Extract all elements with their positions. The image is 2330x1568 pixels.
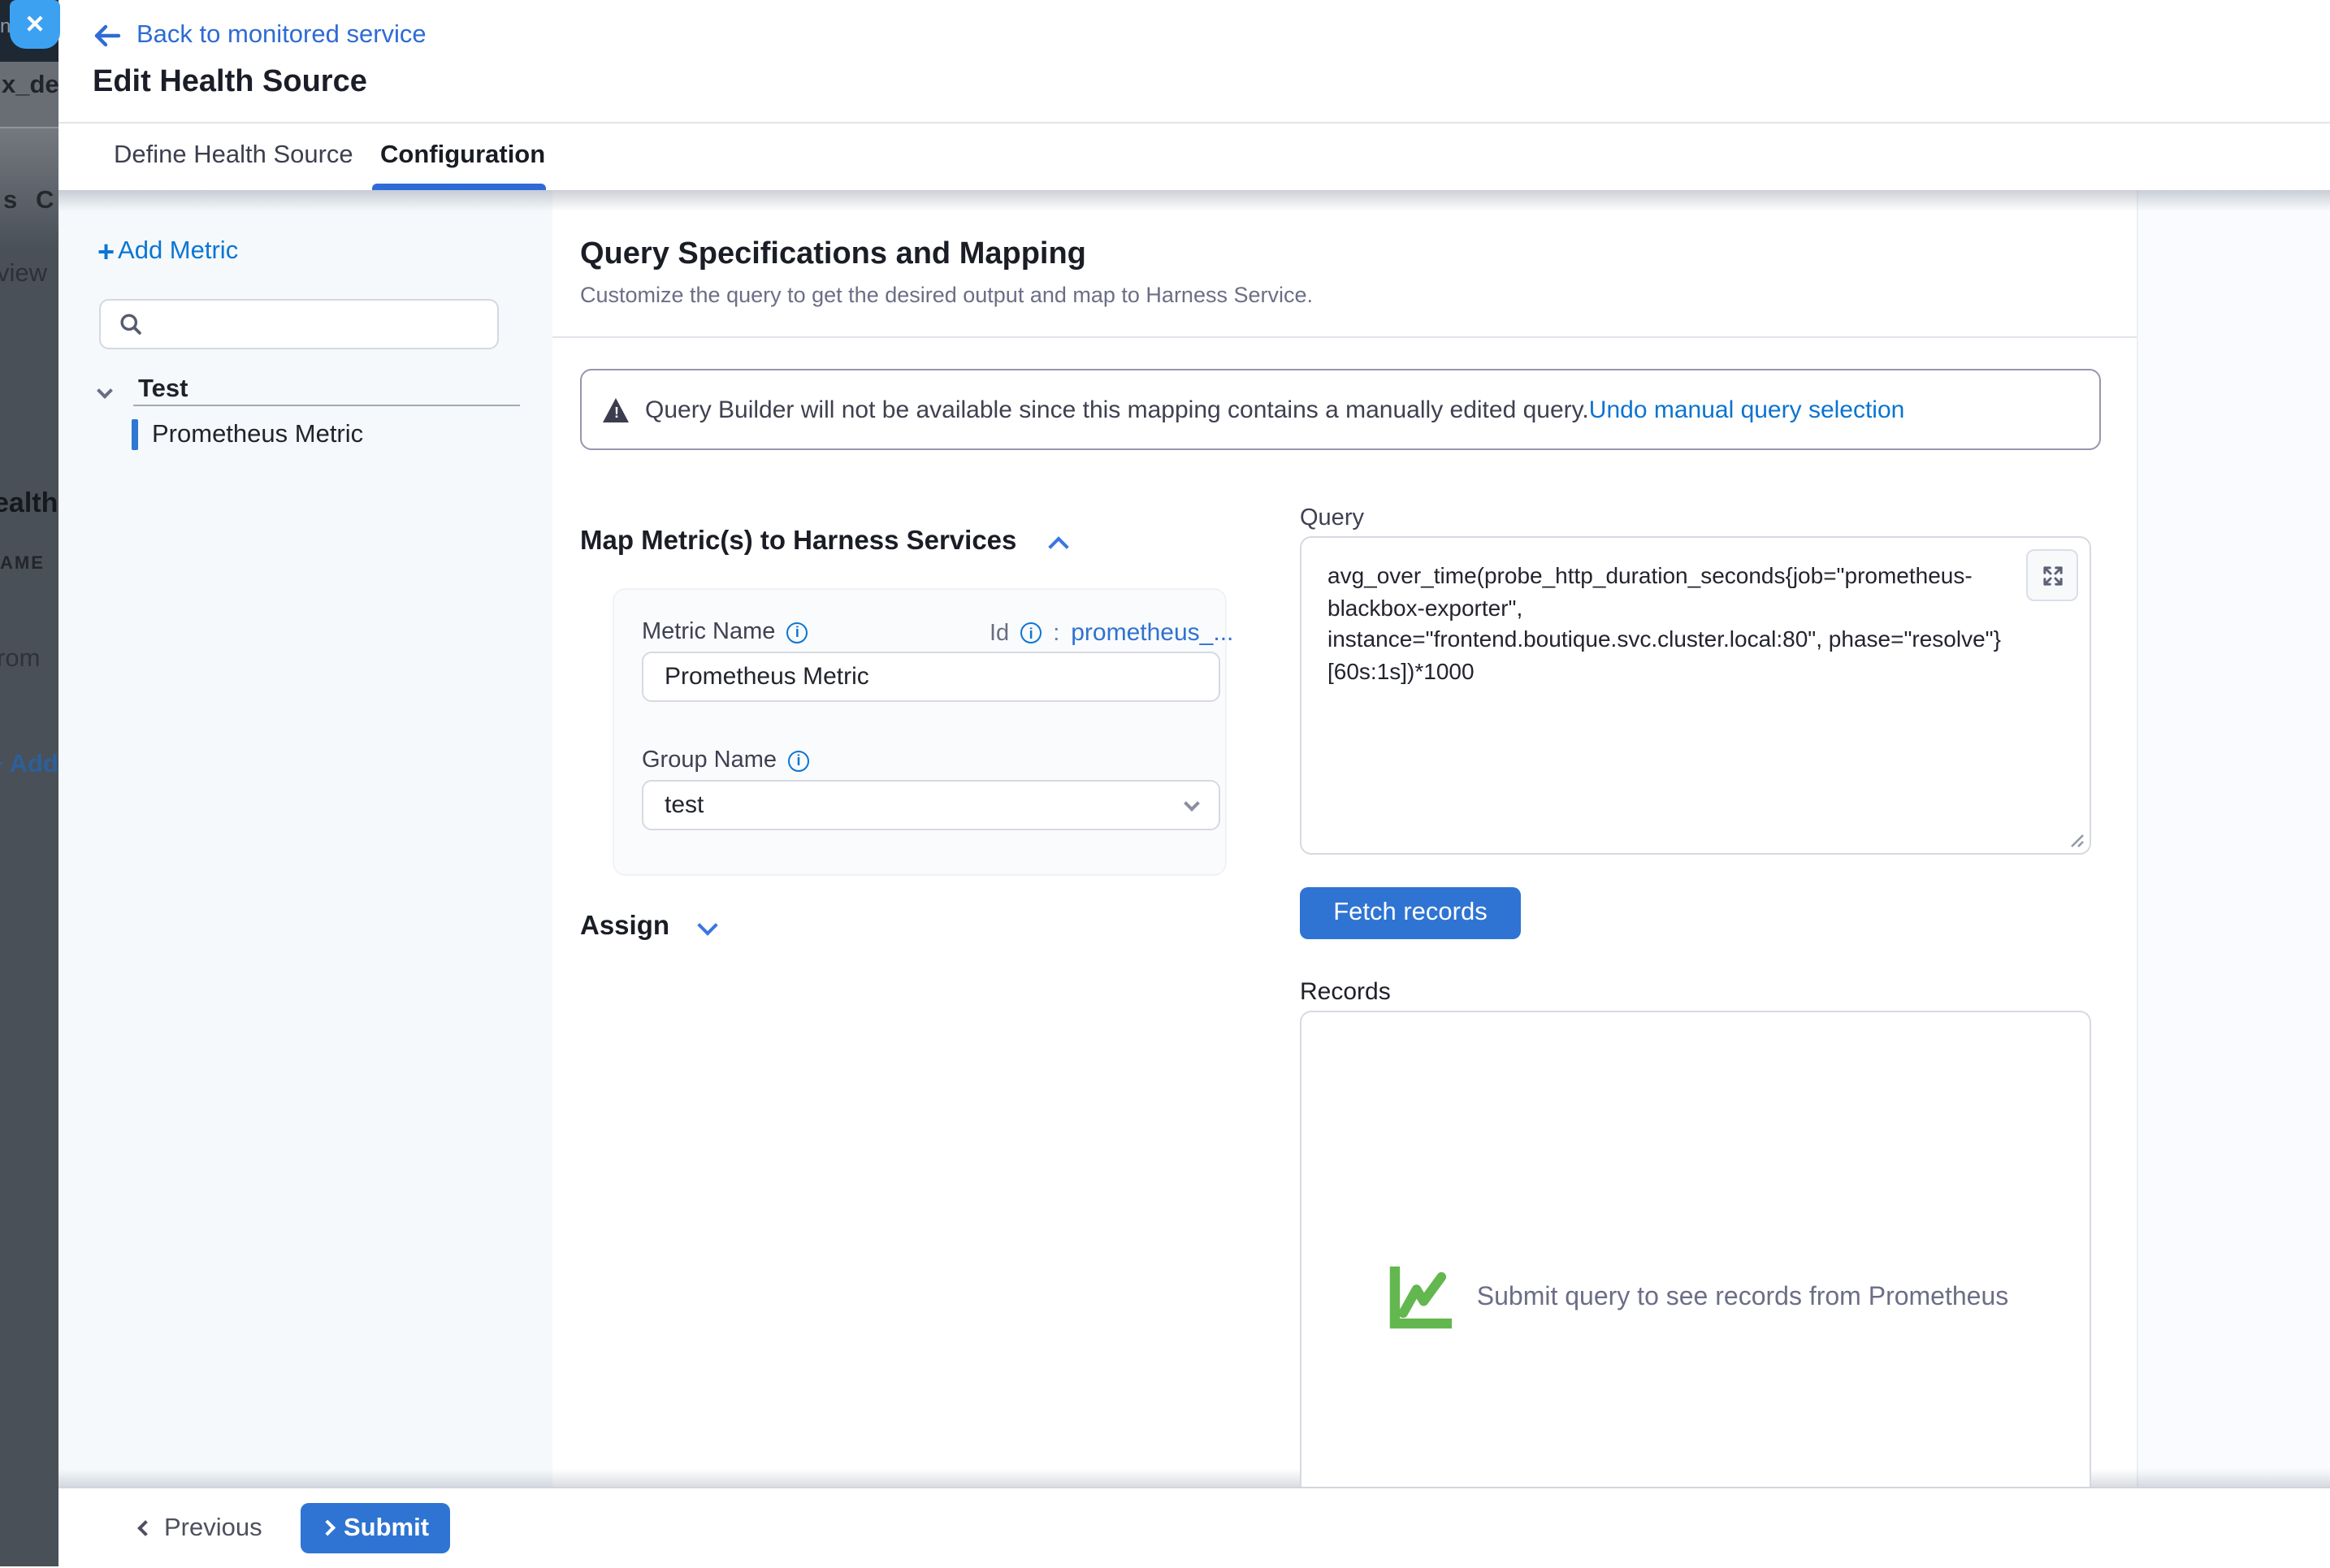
map-metrics-section-header[interactable]: Map Metric(s) to Harness Services <box>580 526 1065 557</box>
tab-define-health-source[interactable]: Define Health Source <box>114 141 353 171</box>
records-empty-state: Submit query to see records from Prometh… <box>1301 1264 2090 1332</box>
chevron-right-icon <box>319 1521 334 1536</box>
backdrop-text-fragment: rom <box>0 645 40 674</box>
close-button[interactable]: ✕ <box>10 0 60 49</box>
group-name-label-row: Group Name i <box>642 747 809 773</box>
heading-divider <box>552 336 2137 338</box>
backdrop-text-fragment: ealth S <box>0 487 58 520</box>
id-label: Id <box>990 620 1009 646</box>
sidebar-item-prometheus-metric[interactable]: Prometheus Metric <box>132 419 363 450</box>
add-metric-label: Add Metric <box>118 237 238 266</box>
fetch-records-button[interactable]: Fetch records <box>1300 887 1521 939</box>
active-tab-underline <box>372 184 546 190</box>
group-name-value: test <box>665 791 704 819</box>
map-metrics-title: Map Metric(s) to Harness Services <box>580 526 1016 557</box>
expand-query-button[interactable] <box>2026 549 2078 601</box>
page-title: Edit Health Source <box>93 65 367 101</box>
chevron-up-icon <box>1048 535 1068 556</box>
records-panel: Submit query to see records from Prometh… <box>1300 1011 2091 1487</box>
info-icon[interactable]: i <box>786 622 808 643</box>
query-editor: avg_over_time(probe_http_duration_second… <box>1300 536 2091 855</box>
metric-id-link[interactable]: prometheus_... <box>1071 619 1233 647</box>
metric-item-label: Prometheus Metric <box>152 420 363 449</box>
metric-id-row: Id i : prometheus_... <box>990 619 1233 647</box>
metric-search <box>99 299 499 349</box>
header-divider <box>58 122 2330 123</box>
backdrop-text-fragment: C <box>36 187 54 216</box>
backdrop-text-fragment: + Add <box>0 751 58 780</box>
query-textarea[interactable]: avg_over_time(probe_http_duration_second… <box>1327 561 2067 830</box>
submit-button[interactable]: Submit <box>301 1503 450 1553</box>
modal-footer: Previous Submit <box>58 1487 2330 1568</box>
back-arrow-icon <box>93 24 122 47</box>
right-rail <box>2137 190 2330 1487</box>
metric-name-label-row: Metric Name i <box>642 619 808 645</box>
metric-name-input[interactable] <box>642 652 1220 702</box>
chart-icon <box>1383 1264 1457 1332</box>
backdrop-text-fragment: s <box>3 187 17 216</box>
section-subheading: Customize the query to get the desired o… <box>580 283 1313 307</box>
backdrop-strip: nt x_dev s C view ealth S AME rom + Add <box>0 0 58 1566</box>
assign-title: Assign <box>580 912 669 942</box>
chevron-down-icon <box>97 382 113 398</box>
chevron-down-icon <box>1184 795 1200 811</box>
backdrop-text-fragment: view <box>0 260 47 289</box>
fullscreen-icon <box>2040 563 2064 587</box>
metric-mapping-panel: Metric Name i Id i : prometheus_... Grou… <box>613 588 1227 876</box>
fetch-records-label: Fetch records <box>1333 899 1488 928</box>
back-link[interactable]: Back to monitored service <box>93 21 427 50</box>
warning-icon: ! <box>603 397 630 422</box>
metric-group-name: Test <box>138 375 188 405</box>
metric-group-toggle[interactable]: Test <box>99 375 188 405</box>
search-input[interactable] <box>156 310 497 339</box>
records-label: Records <box>1300 978 1391 1006</box>
assign-section-header[interactable]: Assign <box>580 912 715 942</box>
previous-button[interactable]: Previous <box>140 1488 262 1568</box>
submit-label: Submit <box>344 1514 429 1543</box>
query-builder-warning: ! Query Builder will not be available si… <box>580 369 2101 450</box>
group-name-select[interactable]: test <box>642 780 1220 830</box>
edit-health-source-modal-screen: nt x_dev s C view ealth S AME rom + Add … <box>0 0 2330 1566</box>
chevron-down-icon <box>697 915 717 935</box>
warning-text: Query Builder will not be available sinc… <box>645 396 1589 423</box>
id-separator: : <box>1053 620 1059 646</box>
backdrop-text-fragment: AME <box>0 554 45 574</box>
resize-handle[interactable] <box>2067 830 2085 848</box>
query-label: Query <box>1300 505 1364 531</box>
add-metric-button[interactable]: + Add Metric <box>97 237 238 266</box>
close-icon: ✕ <box>24 10 45 39</box>
records-empty-message: Submit query to see records from Prometh… <box>1477 1284 2009 1313</box>
metric-name-label: Metric Name <box>642 619 775 645</box>
tab-configuration[interactable]: Configuration <box>380 141 545 171</box>
previous-label: Previous <box>164 1514 262 1543</box>
info-icon[interactable]: i <box>788 750 809 771</box>
backdrop-text-fragment: x_dev <box>2 71 58 101</box>
info-icon[interactable]: i <box>1020 622 1042 643</box>
chevron-left-icon <box>137 1520 154 1536</box>
search-icon <box>119 312 143 336</box>
selected-indicator <box>132 419 137 450</box>
group-name-label: Group Name <box>642 747 777 773</box>
plus-icon: + <box>97 240 115 263</box>
undo-manual-query-link[interactable]: Undo manual query selection <box>1589 396 1905 423</box>
group-divider <box>133 405 520 406</box>
section-heading: Query Specifications and Mapping <box>580 237 1086 273</box>
back-link-label: Back to monitored service <box>136 21 427 50</box>
